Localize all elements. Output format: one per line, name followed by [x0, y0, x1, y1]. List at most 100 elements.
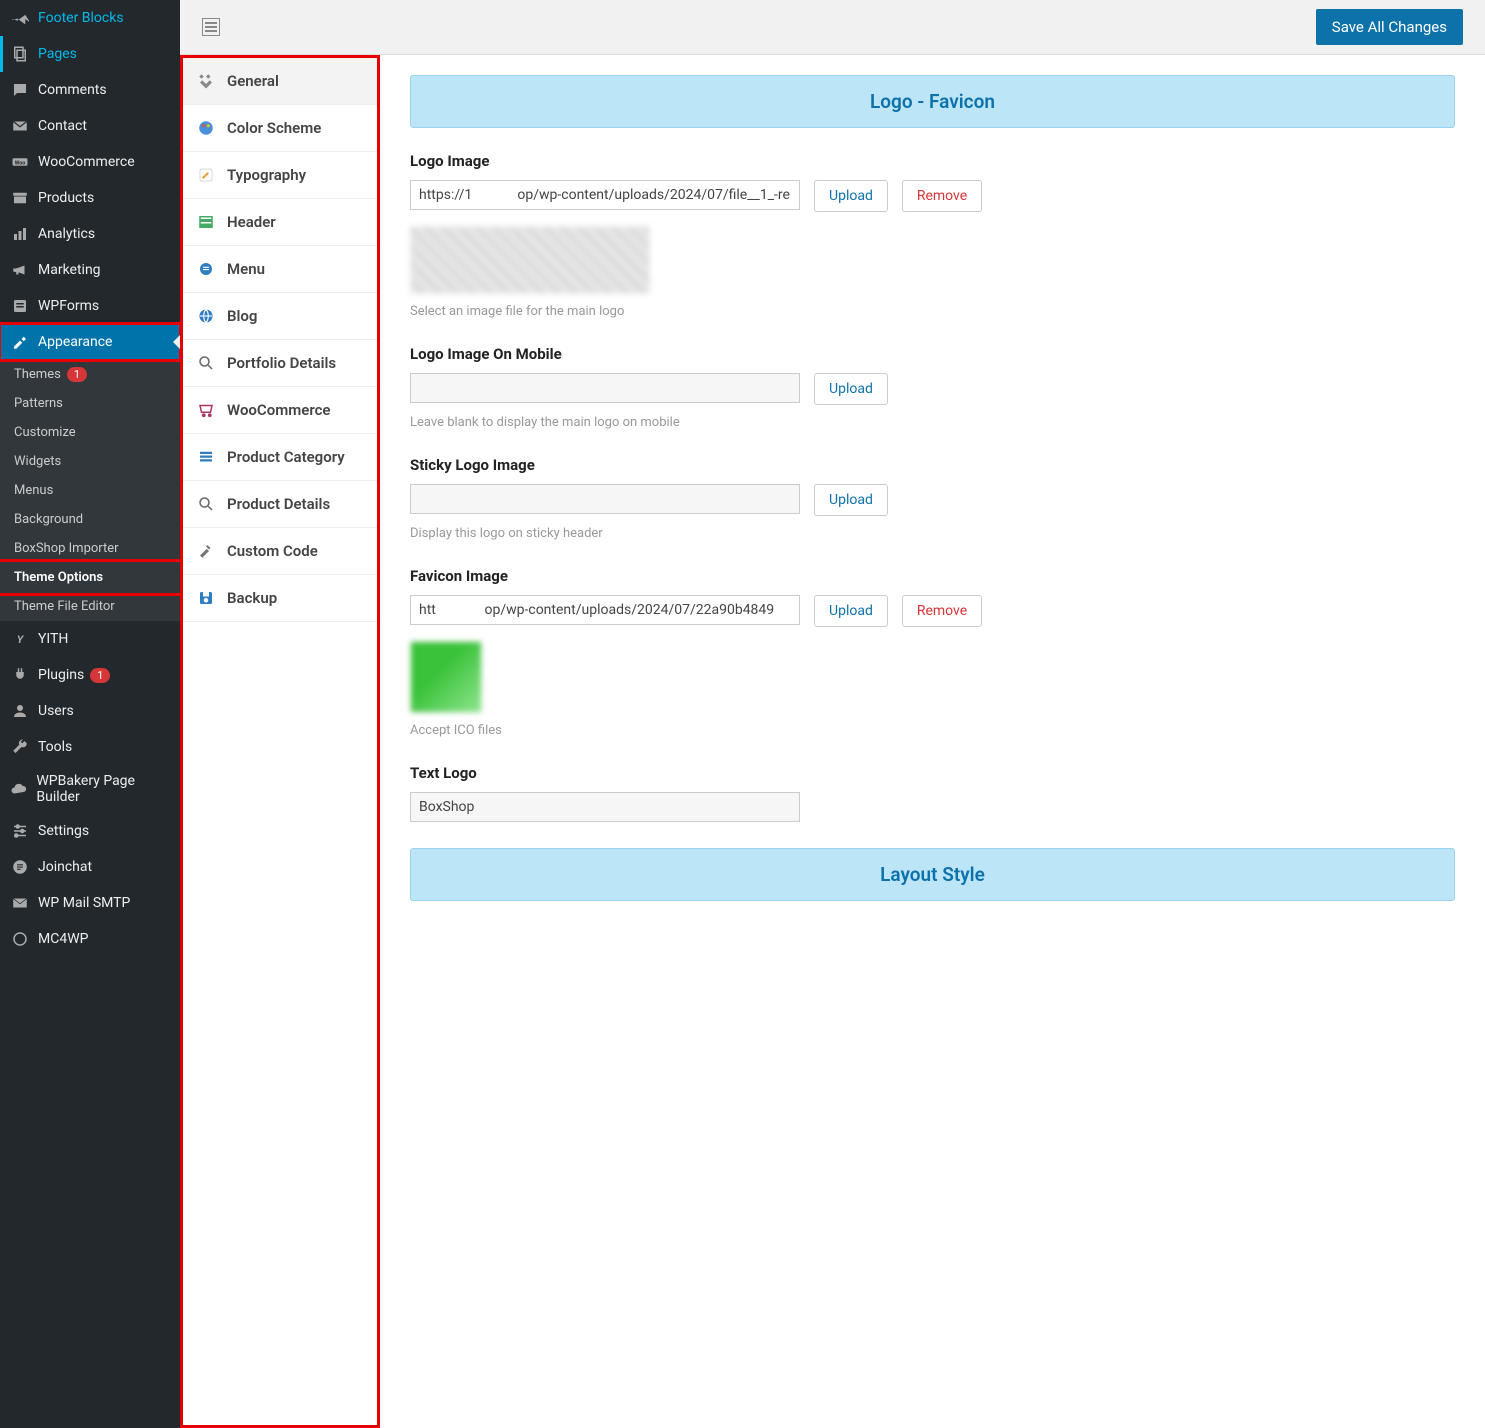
yith-icon: Y — [10, 629, 30, 649]
sidebar-item-marketing[interactable]: Marketing — [0, 252, 180, 288]
palette-icon — [195, 117, 217, 139]
plugin-icon — [10, 665, 30, 685]
sidebar-item-woocommerce[interactable]: WooWooCommerce — [0, 144, 180, 180]
logo-image-input[interactable] — [410, 180, 800, 210]
form-icon — [10, 296, 30, 316]
submenu-label: Widgets — [14, 454, 61, 469]
opt-tab-typography[interactable]: Typography — [183, 152, 377, 199]
appearance-sub-theme-options[interactable]: Theme Options — [0, 563, 180, 592]
submenu-label: Theme Options — [14, 570, 103, 585]
appearance-sub-widgets[interactable]: Widgets — [0, 447, 180, 476]
sidebar-item-plugins[interactable]: Plugins1 — [0, 657, 180, 693]
logo-image-remove-button[interactable]: Remove — [902, 180, 982, 212]
text-logo-input[interactable] — [410, 792, 800, 822]
opt-tab-label: Product Category — [227, 448, 345, 466]
opt-tab-woocommerce[interactable]: WooCommerce — [183, 387, 377, 434]
chat-icon — [10, 857, 30, 877]
user-icon — [10, 701, 30, 721]
opt-tab-product-category[interactable]: Product Category — [183, 434, 377, 481]
sticky-logo-input[interactable] — [410, 484, 800, 514]
sidebar-item-label: Plugins — [38, 667, 84, 683]
field-sticky-logo: Sticky Logo Image Upload Display this lo… — [410, 456, 1455, 541]
sidebar-item-tools[interactable]: Tools — [0, 729, 180, 765]
section-logo-favicon: Logo - Favicon — [410, 75, 1455, 128]
logo-mobile-upload-button[interactable]: Upload — [814, 373, 888, 405]
sidebar-item-label: Pages — [38, 46, 77, 62]
sidebar-item-wpbakery-page-builder[interactable]: WPBakery Page Builder — [0, 765, 180, 813]
appearance-sub-themes[interactable]: Themes1 — [0, 360, 180, 389]
sidebar-item-joinchat[interactable]: Joinchat — [0, 849, 180, 885]
opt-tab-label: General — [227, 72, 279, 90]
sidebar-item-pages[interactable]: Pages — [0, 36, 180, 72]
list-icon — [195, 446, 217, 468]
opt-tab-backup[interactable]: Backup — [183, 575, 377, 622]
collapse-panel-icon[interactable] — [202, 18, 220, 36]
favicon-input[interactable] — [410, 595, 800, 625]
sidebar-item-label: Settings — [38, 823, 89, 839]
opt-tab-general[interactable]: General — [183, 58, 377, 105]
logo-image-preview — [410, 226, 650, 294]
sidebar-item-contact[interactable]: Contact — [0, 108, 180, 144]
opt-tab-portfolio-details[interactable]: Portfolio Details — [183, 340, 377, 387]
section-layout-style: Layout Style — [410, 848, 1455, 901]
sidebar-item-yith[interactable]: YYITH — [0, 621, 180, 657]
opt-tab-label: Blog — [227, 307, 257, 325]
save-all-button[interactable]: Save All Changes — [1316, 9, 1463, 45]
sidebar-item-label: WPForms — [38, 298, 99, 314]
appearance-sub-customize[interactable]: Customize — [0, 418, 180, 447]
favicon-remove-button[interactable]: Remove — [902, 595, 982, 627]
submenu-label: BoxShop Importer — [14, 541, 119, 556]
sidebar-item-label: Users — [38, 703, 74, 719]
sidebar-item-wpforms[interactable]: WPForms — [0, 288, 180, 324]
pages-icon — [10, 44, 30, 64]
submenu-label: Patterns — [14, 396, 63, 411]
sidebar-item-footer-blocks[interactable]: Footer Blocks — [0, 0, 180, 36]
favicon-upload-button[interactable]: Upload — [814, 595, 888, 627]
appearance-sub-patterns[interactable]: Patterns — [0, 389, 180, 418]
opt-tab-color-scheme[interactable]: Color Scheme — [183, 105, 377, 152]
search-icon — [195, 352, 217, 374]
opt-tab-header[interactable]: Header — [183, 199, 377, 246]
topbar: Save All Changes — [180, 0, 1485, 55]
field-logo-mobile: Logo Image On Mobile Upload Leave blank … — [410, 345, 1455, 430]
logo-mobile-help: Leave blank to display the main logo on … — [410, 415, 810, 430]
sidebar-item-users[interactable]: Users — [0, 693, 180, 729]
cart-icon — [195, 399, 217, 421]
favicon-preview — [410, 641, 482, 713]
appearance-sub-background[interactable]: Background — [0, 505, 180, 534]
sidebar-item-label: Analytics — [38, 226, 95, 242]
content-row: General Color SchemeTypographyHeader Menu B… — [180, 55, 1485, 1428]
field-text-logo: Text Logo — [410, 764, 1455, 822]
options-tabs-sidebar: General Color SchemeTypographyHeader Menu B… — [180, 55, 380, 1428]
submenu-label: Theme File Editor — [14, 599, 115, 614]
sidebar-item-analytics[interactable]: Analytics — [0, 216, 180, 252]
opt-tab-product-details[interactable]: Product Details — [183, 481, 377, 528]
sidebar-item-label: Tools — [38, 739, 72, 755]
sidebar-item-wp-mail-smtp[interactable]: WP Mail SMTP — [0, 885, 180, 921]
logo-mobile-input[interactable] — [410, 373, 800, 403]
woo-icon: Woo — [10, 152, 30, 172]
globe-icon — [195, 305, 217, 327]
submenu-label: Themes — [14, 367, 61, 382]
opt-tab-label: Menu — [227, 260, 265, 278]
logo-image-upload-button[interactable]: Upload — [814, 180, 888, 212]
appearance-sub-boxshop-importer[interactable]: BoxShop Importer — [0, 534, 180, 563]
sidebar-item-label: WP Mail SMTP — [38, 895, 130, 911]
opt-tab-label: Portfolio Details — [227, 354, 336, 372]
sidebar-item-products[interactable]: Products — [0, 180, 180, 216]
text-logo-label: Text Logo — [410, 764, 1455, 782]
opt-tab-label: WooCommerce — [227, 401, 331, 419]
sidebar-item-mc4wp[interactable]: MC4WP — [0, 921, 180, 957]
svg-text:Y: Y — [17, 633, 25, 646]
chart-icon — [10, 224, 30, 244]
opt-tab-blog[interactable]: Blog — [183, 293, 377, 340]
appearance-sub-theme-file-editor[interactable]: Theme File Editor — [0, 592, 180, 621]
opt-tab-menu[interactable]: Menu — [183, 246, 377, 293]
sidebar-item-settings[interactable]: Settings — [0, 813, 180, 849]
sidebar-item-comments[interactable]: Comments — [0, 72, 180, 108]
wrench-icon — [10, 737, 30, 757]
opt-tab-custom-code[interactable]: Custom Code — [183, 528, 377, 575]
sidebar-item-appearance[interactable]: Appearance — [0, 324, 180, 360]
sticky-logo-upload-button[interactable]: Upload — [814, 484, 888, 516]
appearance-sub-menus[interactable]: Menus — [0, 476, 180, 505]
